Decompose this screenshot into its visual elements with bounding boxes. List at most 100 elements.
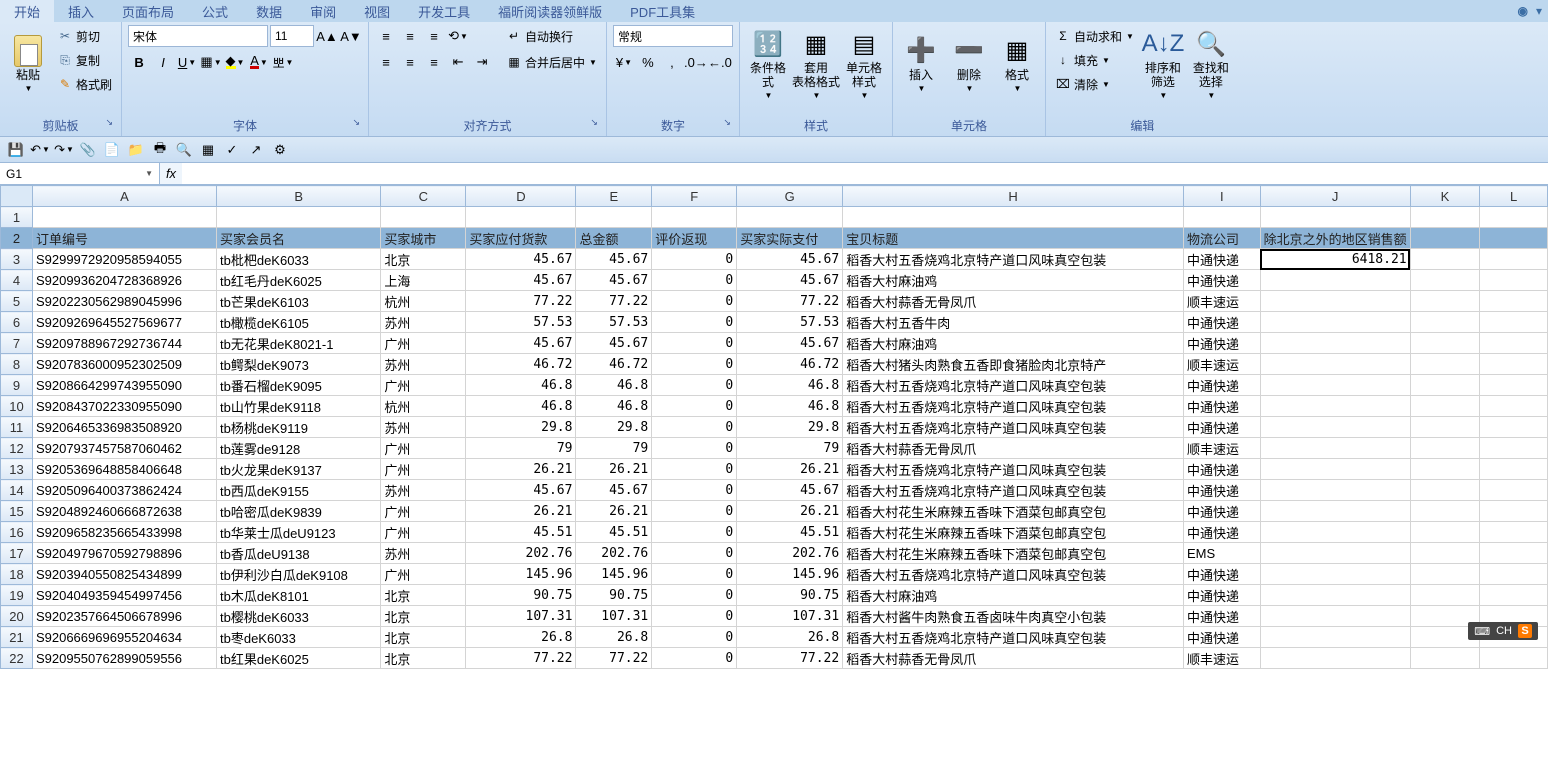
cell[interactable]: 0 xyxy=(652,543,737,564)
cell[interactable]: 稻香大村五香牛肉 xyxy=(843,312,1184,333)
cell[interactable]: 107.31 xyxy=(576,606,652,627)
align-center-button[interactable]: ≡ xyxy=(399,51,421,73)
cell[interactable]: tb鳄梨deK9073 xyxy=(217,354,381,375)
cell[interactable]: 0 xyxy=(652,249,737,270)
row-header[interactable]: 17 xyxy=(1,543,33,564)
launcher-icon[interactable]: ↘ xyxy=(723,117,731,128)
cell[interactable]: 买家城市 xyxy=(381,228,466,249)
cell[interactable]: 广州 xyxy=(381,333,466,354)
cell[interactable] xyxy=(1410,312,1480,333)
cell[interactable] xyxy=(1480,648,1548,669)
cell[interactable]: tb枣deK6033 xyxy=(217,627,381,648)
cell[interactable] xyxy=(652,207,737,228)
dec-decimal-button[interactable]: ←.0 xyxy=(709,51,731,73)
cell[interactable] xyxy=(1480,417,1548,438)
qat-btn-7[interactable]: 🖶 xyxy=(150,140,170,160)
cell[interactable]: 稻香大村蒜香无骨凤爪 xyxy=(843,438,1184,459)
cell[interactable]: 0 xyxy=(652,375,737,396)
cell[interactable]: S9209269645527569677 xyxy=(32,312,216,333)
cell[interactable] xyxy=(1480,564,1548,585)
row-header[interactable]: 19 xyxy=(1,585,33,606)
cell[interactable]: 46.72 xyxy=(466,354,576,375)
cell[interactable] xyxy=(1480,375,1548,396)
cell[interactable]: 稻香大村五香烧鸡北京特产道口风味真空包装 xyxy=(843,480,1184,501)
row-header[interactable]: 18 xyxy=(1,564,33,585)
cell[interactable]: 总金额 xyxy=(576,228,652,249)
cell[interactable] xyxy=(1480,228,1548,249)
cell[interactable]: 稻香大村花生米麻辣五香味下酒菜包邮真空包 xyxy=(843,522,1184,543)
cell[interactable]: 中通快递 xyxy=(1183,333,1260,354)
cell[interactable]: 中通快递 xyxy=(1183,606,1260,627)
cell[interactable] xyxy=(1260,459,1410,480)
cell[interactable]: 稻香大村麻油鸡 xyxy=(843,585,1184,606)
cell[interactable]: 26.21 xyxy=(737,459,843,480)
cell[interactable] xyxy=(1410,291,1480,312)
cell[interactable] xyxy=(1480,438,1548,459)
cell[interactable]: 稻香大村五香烧鸡北京特产道口风味真空包装 xyxy=(843,627,1184,648)
cell[interactable] xyxy=(1410,480,1480,501)
cell[interactable]: 0 xyxy=(652,627,737,648)
cell[interactable]: tb杨桃deK9119 xyxy=(217,417,381,438)
cell[interactable]: 45.51 xyxy=(576,522,652,543)
cell[interactable]: 107.31 xyxy=(466,606,576,627)
cell[interactable]: S9202357664506678996 xyxy=(32,606,216,627)
cell[interactable] xyxy=(1260,291,1410,312)
help-icon[interactable]: ◉ xyxy=(1517,4,1527,18)
border-button[interactable]: ▦▼ xyxy=(200,51,222,73)
row-header[interactable]: 1 xyxy=(1,207,33,228)
cell[interactable]: 0 xyxy=(652,606,737,627)
qat-btn-12[interactable]: ⚙ xyxy=(270,140,290,160)
cell[interactable]: 上海 xyxy=(381,270,466,291)
cell[interactable] xyxy=(1260,627,1410,648)
row-header[interactable]: 9 xyxy=(1,375,33,396)
col-header-C[interactable]: C xyxy=(381,186,466,207)
row-header[interactable]: 8 xyxy=(1,354,33,375)
cell[interactable] xyxy=(1410,522,1480,543)
cell[interactable]: 45.51 xyxy=(466,522,576,543)
fill-color-button[interactable]: ◆▼ xyxy=(224,51,246,73)
cell[interactable]: tb枇杷deK6033 xyxy=(217,249,381,270)
col-header-I[interactable]: I xyxy=(1183,186,1260,207)
percent-button[interactable]: % xyxy=(637,51,659,73)
select-all-corner[interactable] xyxy=(1,186,33,207)
tab-foxit[interactable]: 福昕阅读器领鲜版 xyxy=(484,0,616,22)
cell[interactable]: 57.53 xyxy=(576,312,652,333)
cell[interactable]: 买家实际支付 xyxy=(737,228,843,249)
cell[interactable] xyxy=(1480,333,1548,354)
format-as-table-button[interactable]: ▦套用 表格格式▼ xyxy=(794,25,838,103)
wrap-text-button[interactable]: ↵自动换行 xyxy=(503,25,600,47)
qat-btn-11[interactable]: ↗ xyxy=(246,140,266,160)
cell[interactable] xyxy=(1260,354,1410,375)
italic-button[interactable]: I xyxy=(152,51,174,73)
cell[interactable]: 0 xyxy=(652,291,737,312)
cell[interactable]: 稻香大村五香烧鸡北京特产道口风味真空包装 xyxy=(843,249,1184,270)
cell[interactable] xyxy=(1260,396,1410,417)
spreadsheet-grid[interactable]: ABCDEFGHIJKL12订单编号买家会员名买家城市买家应付货款总金额评价返现… xyxy=(0,185,1548,669)
cell[interactable]: 稻香大村酱牛肉熟食五香卤味牛肉真空小包装 xyxy=(843,606,1184,627)
cell[interactable] xyxy=(1480,249,1548,270)
cell[interactable]: S9207937457587060462 xyxy=(32,438,216,459)
cell[interactable]: tb莲雾de9128 xyxy=(217,438,381,459)
cell[interactable]: 46.8 xyxy=(576,375,652,396)
cell[interactable] xyxy=(1480,291,1548,312)
cell[interactable] xyxy=(1410,417,1480,438)
cell[interactable] xyxy=(1410,501,1480,522)
grow-font-button[interactable]: A▲ xyxy=(316,25,338,47)
cell[interactable]: 90.75 xyxy=(737,585,843,606)
cell[interactable]: 0 xyxy=(652,585,737,606)
row-header[interactable]: 10 xyxy=(1,396,33,417)
cell[interactable]: 稻香大村五香烧鸡北京特产道口风味真空包装 xyxy=(843,459,1184,480)
cell[interactable] xyxy=(1260,207,1410,228)
cell[interactable] xyxy=(1260,375,1410,396)
cell[interactable]: 中通快递 xyxy=(1183,249,1260,270)
cell[interactable] xyxy=(1260,543,1410,564)
cell[interactable]: S9205369648858406648 xyxy=(32,459,216,480)
cell[interactable]: 广州 xyxy=(381,375,466,396)
cell[interactable] xyxy=(1410,648,1480,669)
col-header-B[interactable]: B xyxy=(217,186,381,207)
cell[interactable] xyxy=(1480,585,1548,606)
cell[interactable]: 0 xyxy=(652,522,737,543)
cell[interactable]: 稻香大村麻油鸡 xyxy=(843,333,1184,354)
cell[interactable]: 26.21 xyxy=(576,459,652,480)
row-header[interactable]: 12 xyxy=(1,438,33,459)
